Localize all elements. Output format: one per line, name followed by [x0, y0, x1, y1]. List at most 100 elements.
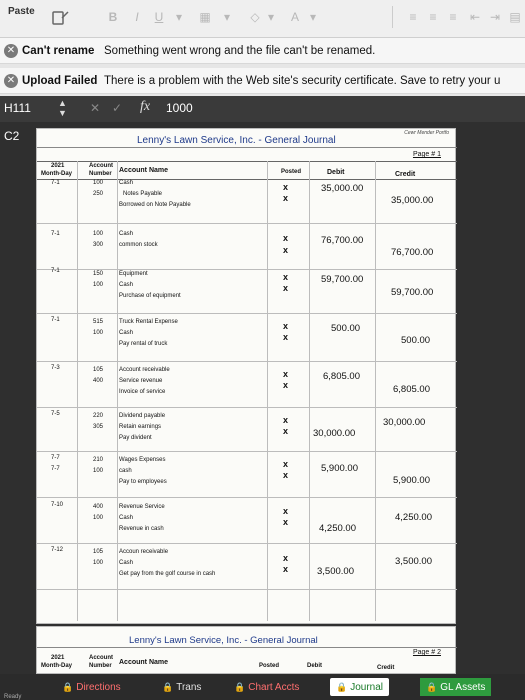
tab-chart-accts[interactable]: 🔒 Chart Accts — [234, 678, 299, 696]
posted-mark: x — [283, 564, 289, 574]
toolbar-divider — [392, 6, 393, 28]
col-number: Number — [89, 171, 112, 177]
col-debit: Debit — [327, 169, 345, 176]
wrap-text-icon[interactable]: ▤ — [506, 8, 524, 26]
posted-mark: x — [283, 233, 289, 243]
ribbon-toolbar: Paste B I U ▾ ▦ ▾ ◇ ▾ A ▾ ≡ ≡ ≡ ⇤ ⇥ ▤ — [0, 0, 525, 38]
decrease-indent-icon[interactable]: ⇤ — [466, 8, 484, 26]
banner-message: Something went wrong and the file can't … — [104, 45, 376, 57]
entry-account-number: 150 — [93, 271, 104, 277]
entry-account-credit: Notes Payable — [123, 191, 163, 197]
confirm-icon[interactable]: ✓ — [112, 101, 122, 115]
entry-account-number: 220 — [93, 413, 104, 419]
lock-icon: 🔒 — [62, 682, 74, 692]
tab-directions[interactable]: 🔒 Directions — [62, 678, 121, 696]
underline-dropdown-icon[interactable]: ▾ — [170, 8, 188, 26]
error-banner-rename: ✕ Can't rename Something went wrong and … — [0, 38, 525, 64]
title-divider — [37, 147, 457, 148]
entry-account-number: 100 — [93, 282, 104, 288]
entry-account-credit: Cash — [119, 560, 134, 566]
align-left-icon[interactable]: ≡ — [404, 8, 422, 26]
journal-page-1[interactable]: Cewr Mender Portfo Lenny's Lawn Service,… — [36, 128, 457, 624]
tab-gl-assets[interactable]: 🔒 GL Assets — [420, 678, 492, 696]
tab-trans[interactable]: 🔒 Trans — [162, 678, 201, 696]
entry-date: 7-1 — [51, 180, 60, 186]
align-center-icon[interactable]: ≡ — [424, 8, 442, 26]
title-divider — [37, 647, 457, 648]
entry-date: 7-1 — [51, 268, 60, 274]
journal-title: Lenny's Lawn Service, Inc. - General Jou… — [129, 635, 318, 646]
error-icon[interactable]: ✕ — [4, 44, 18, 58]
borders-dropdown-icon[interactable]: ▾ — [218, 8, 236, 26]
row-rule — [37, 223, 457, 224]
col-account-name: Account Name — [119, 167, 169, 174]
posted-mark: x — [283, 193, 289, 203]
font-color-icon[interactable]: A — [286, 8, 304, 26]
entry-memo: Get pay from the golf course in cash — [119, 571, 216, 577]
formula-bar: H111 ▲ ▼ ✕ ✓ fx 1000 — [0, 96, 525, 122]
entry-date: 7-10 — [51, 502, 64, 508]
align-right-icon[interactable]: ≡ — [444, 8, 462, 26]
page-number: Page # 1 — [412, 151, 441, 158]
header-right-note: Cewr Mender Portfo — [404, 130, 449, 136]
entry-account-number: 400 — [93, 378, 104, 384]
col-account-name: Account Name — [119, 659, 169, 666]
entry-credit: 76,700.00 — [391, 247, 434, 258]
entry-account-credit: Service revenue — [119, 378, 163, 384]
entry-memo: Invoice of service — [119, 389, 166, 395]
posted-mark: x — [283, 272, 289, 282]
entry-account-credit: Cash — [119, 330, 134, 336]
row-rule — [37, 543, 457, 544]
entry-account-number: 300 — [93, 242, 104, 248]
posted-mark: x — [283, 517, 289, 527]
lock-icon: 🔒 — [426, 682, 438, 692]
row-rule — [37, 313, 457, 314]
col-credit: Credit — [395, 171, 416, 178]
cell-ref-secondary: C2 — [4, 129, 20, 143]
col-debit: Debit — [307, 663, 322, 669]
entry-debit: 76,700.00 — [321, 235, 364, 246]
cancel-icon[interactable]: ✕ — [90, 101, 100, 115]
function-icon[interactable]: fx — [140, 99, 150, 115]
bold-button[interactable]: B — [104, 8, 122, 26]
entry-account-credit: Cash — [119, 282, 134, 288]
posted-mark: x — [283, 332, 289, 342]
lock-icon: 🔒 — [162, 682, 174, 692]
entry-credit: 6,805.00 — [393, 384, 430, 395]
row-rule — [37, 451, 457, 452]
fill-dropdown-icon[interactable]: ▾ — [262, 8, 280, 26]
journal-page-2[interactable]: Lenny's Lawn Service, Inc. - General Jou… — [36, 626, 457, 674]
entry-memo: Pay rental of truck — [119, 341, 168, 347]
entry-debit: 59,700.00 — [321, 274, 364, 285]
entry-debit: 5,900.00 — [321, 463, 358, 474]
underline-button[interactable]: U — [150, 8, 168, 26]
sheet-tab-bar: 🔒 Directions 🔒 Trans 🔒 Chart Accts 🔒 Journal… — [0, 674, 525, 700]
col-posted: Posted — [281, 169, 302, 175]
entry-date: 7-12 — [51, 547, 64, 553]
name-box-stepper-icon[interactable]: ▲ ▼ — [58, 98, 67, 118]
entry-account-debit: Dividend payable — [119, 413, 166, 419]
italic-button[interactable]: I — [128, 8, 146, 26]
borders-icon[interactable]: ▦ — [196, 8, 214, 26]
formula-input[interactable]: 1000 — [166, 101, 193, 115]
name-box[interactable]: H111 — [4, 101, 31, 115]
tab-journal[interactable]: 🔒 Journal — [330, 678, 390, 696]
entry-account-number: 305 — [93, 424, 104, 430]
entry-account-debit: Equipment — [119, 271, 148, 277]
font-color-dropdown-icon[interactable]: ▾ — [304, 8, 322, 26]
increase-indent-icon[interactable]: ⇥ — [486, 8, 504, 26]
banner-message: There is a problem with the Web site's s… — [104, 75, 501, 87]
entry-account-number: 100 — [93, 180, 104, 186]
entry-account-debit: Cash — [119, 180, 134, 186]
row-rule — [37, 361, 457, 362]
error-icon[interactable]: ✕ — [4, 74, 18, 88]
entry-credit: 30,000.00 — [383, 417, 426, 428]
col-month-day: Month-Day — [41, 171, 72, 177]
entry-memo: Pay divident — [119, 435, 152, 441]
col-divider — [117, 161, 118, 621]
entry-account-credit: common stock — [119, 242, 158, 248]
entry-account-debit: Wages Expenses — [119, 457, 166, 463]
entry-account-number: 100 — [93, 515, 104, 521]
paste-icon[interactable] — [50, 10, 72, 28]
posted-mark: x — [283, 506, 289, 516]
